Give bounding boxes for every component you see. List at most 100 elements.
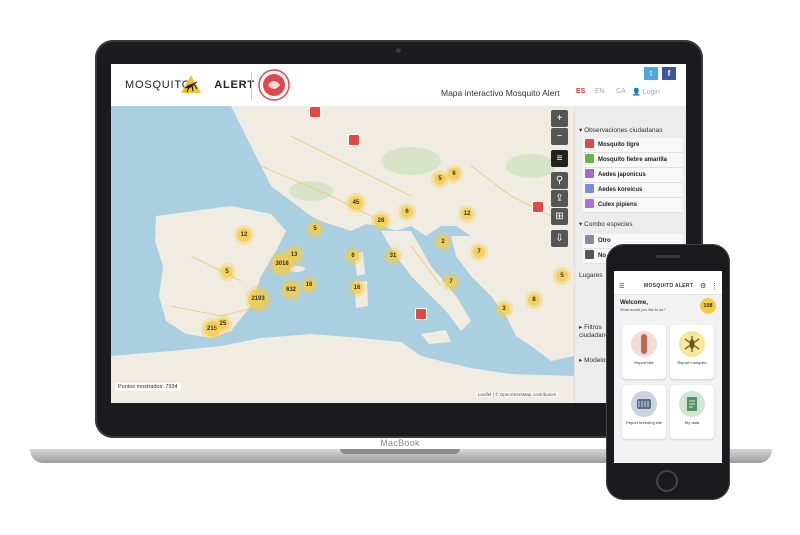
drain-icon [631,391,657,417]
more-icon[interactable]: ⋮ [711,282,718,290]
unknown-species-icon [585,250,594,259]
search-icon[interactable]: ⚲ [551,172,568,189]
interactive-map[interactable]: 12 6 45 28 5 6 12 5 13 3018 16 2 7 31 6 … [111,106,574,403]
map-cluster[interactable]: 12 [237,228,251,242]
map-cluster[interactable]: 5 [556,270,568,282]
phone-screen: ☰ MOSQUITO ALERT ⚙ ⋮ Welcome, What would… [614,271,722,463]
map-cluster[interactable]: 2 [437,236,449,248]
combo-section-label: Combo especies [584,221,633,228]
my-data-button[interactable]: My data [670,385,714,439]
layer-item-label: Otro [598,238,611,244]
map-cluster[interactable]: 632 [283,282,299,298]
phone-speaker [656,255,680,258]
laptop-brand-label: MacBook [380,438,420,448]
report-icon[interactable]: ⊞ [551,208,568,225]
layer-item-japonicus[interactable]: Aedes japonicus [583,168,683,183]
map-cluster[interactable]: 16 [303,279,315,291]
laptop-camera [396,48,401,53]
tiger-mosquito-marker[interactable] [348,134,360,146]
laptop-screen: MOSQUITO ALERT Mapa interactivo Mosquito… [111,64,686,403]
map-cluster[interactable]: 7 [473,246,485,258]
map-cluster[interactable]: 12 [461,208,473,220]
tile-label: Report mosquito [677,360,707,365]
map-cluster[interactable]: 31 [387,250,399,262]
observations-section-header[interactable]: ▾ Observaciones ciudadanas [579,126,663,134]
map-cluster[interactable]: 6 [448,168,460,180]
mosquito-logo-icon [181,75,201,93]
page-title: Mapa interactivo Mosquito Alert [441,88,560,98]
phone-home-button[interactable] [656,470,678,492]
layer-item-label: Mosquito fiebre amarilla [598,157,668,163]
lang-en-link[interactable]: EN [595,88,605,95]
welcome-title: Welcome, [620,300,648,306]
citizen-filters-section-header[interactable]: ▸ Filtros ciudadanos [579,324,612,340]
layer-item-koreicus[interactable]: Aedes koreicus [583,183,683,198]
login-link[interactable]: 👤 Login [632,88,660,96]
mosquito-icon [679,331,705,357]
phone-status-bar [614,271,722,280]
map-attribution[interactable]: Leaflet | © OpenStreetMap contributors [476,392,559,397]
map-cluster[interactable]: 8 [528,294,540,306]
download-icon[interactable]: ⇩ [551,230,568,247]
tiger-mosquito-icon [585,139,594,148]
map-cluster[interactable]: 5 [434,173,446,185]
yellow-fever-mosquito-icon [585,154,594,163]
places-section-header[interactable]: Lugares [579,272,603,279]
tiger-mosquito-marker[interactable] [532,201,544,213]
settings-icon[interactable]: ⚙ [700,282,706,290]
lang-es-link[interactable]: ES [576,88,585,95]
twitter-button[interactable]: t [644,67,658,80]
map-cluster[interactable]: 6 [401,206,413,218]
map-cluster[interactable]: 5 [221,266,233,278]
tile-label: Report breeding site [625,420,663,425]
map-cluster[interactable]: 25 [217,318,229,330]
tiger-mosquito-marker[interactable] [415,308,427,320]
map-cluster[interactable]: 45 [349,196,363,210]
models-section-label: Modelos [584,357,609,364]
layer-item-label: Culex pipiens [598,202,638,208]
aedes-koreicus-icon [585,184,594,193]
models-section-header[interactable]: ▸ Modelos [579,356,609,364]
laptop-notch [340,449,460,454]
map-cluster[interactable]: 28 [374,214,388,228]
login-label: Login [642,89,660,96]
arm-icon [631,331,657,357]
facebook-button[interactable]: f [662,67,676,80]
score-badge[interactable]: 108 [700,298,716,314]
map-cluster[interactable]: 5 [309,223,321,235]
map-cluster[interactable]: 7 [445,276,457,288]
layer-item-culex[interactable]: Culex pipiens [583,198,683,213]
aedes-japonicus-icon [585,169,594,178]
tile-label: Report bite [634,360,654,365]
app-logo: MOSQUITO ALERT [644,283,694,289]
zoom-in-button[interactable]: + [551,110,568,127]
header-divider [251,72,252,100]
report-breeding-site-button[interactable]: Report breeding site [622,385,666,439]
zoom-out-button[interactable]: − [551,128,568,145]
tile-label: My data [684,420,700,425]
report-bite-button[interactable]: Report bite [622,325,666,379]
tiger-mosquito-marker[interactable] [309,106,321,118]
observations-section-label: Observaciones ciudadanas [584,127,663,134]
partner-seal-icon[interactable] [257,68,291,102]
welcome-subtitle: What would you like to do? [620,308,666,312]
points-shown-counter: Puntos mostrados: 7934 [115,383,181,391]
other-species-icon [585,235,594,244]
map-cluster[interactable]: 2193 [248,289,268,309]
menu-icon[interactable]: ☰ [619,283,624,290]
lang-ca-link[interactable]: CA [616,88,626,95]
combo-section-header[interactable]: ▾ Combo especies [579,220,633,228]
map-basemap [111,106,574,403]
map-cluster[interactable]: 3018 [272,254,292,274]
data-icon [679,391,705,417]
layer-item-label: Aedes koreicus [598,187,643,193]
layer-item-tiger[interactable]: Mosquito tigre [583,138,683,153]
layer-item-yellow-fever[interactable]: Mosquito fiebre amarilla [583,153,683,168]
layers-menu-button[interactable]: ≡ [551,150,568,167]
map-cluster[interactable]: 3 [498,303,510,315]
map-cluster[interactable]: 6 [347,250,359,262]
share-icon[interactable]: ⇪ [551,190,568,207]
map-cluster[interactable]: 16 [351,282,363,294]
layer-item-label: Aedes japonicus [598,172,646,178]
report-mosquito-button[interactable]: Report mosquito [670,325,714,379]
